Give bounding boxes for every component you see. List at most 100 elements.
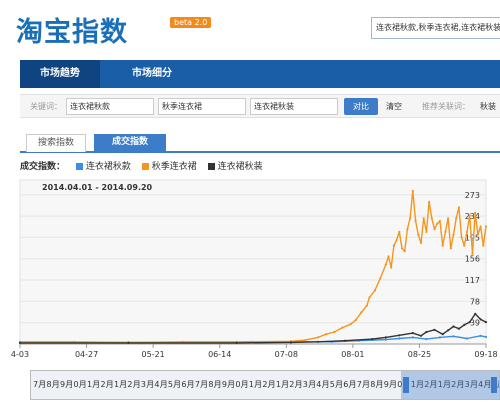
series-2-point-14 [447, 329, 450, 332]
legend-label-3: 连衣裙秋装 [217, 162, 263, 172]
series-2-point-13 [441, 333, 444, 336]
recommend-label: 推荐关联词： [422, 102, 470, 111]
tab-market-trend[interactable]: 市场趋势 [20, 60, 100, 88]
legend-item-3[interactable]: 连衣裙秋装 [207, 159, 263, 172]
series-1-point-7 [316, 336, 320, 339]
keyword-input-2[interactable]: 秋季连衣裙 [158, 98, 246, 115]
keyword-input-1[interactable]: 连衣裙秋款 [66, 98, 154, 115]
series-1-point-19 [387, 255, 390, 258]
series-1-point-18 [384, 263, 387, 266]
series-1-point-8 [325, 333, 328, 336]
series-0-point-9 [425, 338, 428, 341]
series-1-point-6 [303, 339, 306, 342]
clear-button[interactable]: 清空 [386, 101, 402, 112]
keyword-input-3[interactable]: 连衣裙秋装 [250, 98, 338, 115]
series-1-point-40 [444, 230, 447, 233]
series-1-point-15 [368, 296, 371, 299]
y-tick-2: 117 [465, 276, 480, 285]
series-1-point-47 [463, 244, 466, 247]
series-1-point-35 [430, 217, 433, 220]
series-1-point-24 [400, 247, 404, 250]
series-1-point-54 [482, 244, 485, 247]
series-2-point-7 [384, 336, 387, 339]
series-2-point-10 [419, 334, 423, 337]
series-1-point-26 [406, 228, 409, 231]
keyword-bar: 关键词： 连衣裙秋款 秋季连衣裙 连衣裙秋装 对比 清空 推荐关联词： 秋装 [20, 94, 500, 118]
series-1-point-55 [484, 225, 488, 228]
series-1-point-50 [471, 252, 474, 255]
series-1-point-53 [479, 225, 482, 228]
series-1-point-9 [333, 330, 336, 334]
y-tick-3: 156 [465, 255, 480, 264]
timeline-handle-right[interactable] [491, 377, 497, 393]
series-2-point-11 [425, 330, 428, 334]
series-1-point-22 [395, 239, 398, 242]
legend-label-1: 连衣裙秋款 [85, 162, 131, 172]
logo[interactable]: 淘宝指数 [16, 10, 128, 49]
timeline-navigator[interactable]: 7月8月9月0月1月2月1月2月3月4月5月6月7月8月9月0月1月2月1月2月… [30, 370, 500, 400]
series-1-point-29 [414, 219, 417, 223]
x-tick-5: 08-01 [341, 350, 364, 359]
compare-button[interactable]: 对比 [344, 98, 378, 115]
tab-market-segment[interactable]: 市场细分 [112, 60, 192, 88]
series-1-point-48 [465, 230, 469, 233]
series-1-point-14 [365, 304, 368, 307]
series-0-point-10 [438, 336, 441, 339]
series-2-point-9 [411, 332, 414, 335]
x-tick-1: 04-27 [75, 350, 98, 359]
series-1-point-12 [354, 318, 358, 321]
series-1-point-39 [441, 244, 444, 247]
legend-swatch-2 [141, 163, 149, 170]
recommend-item[interactable]: 秋装 [480, 101, 496, 112]
series-2-point-15 [452, 325, 455, 328]
series-1-point-46 [460, 236, 463, 239]
series-1-point-38 [438, 219, 441, 223]
legend-item-2[interactable]: 秋季连衣裙 [141, 159, 197, 172]
series-1-point-36 [433, 228, 436, 231]
series-1-point-25 [403, 250, 406, 253]
series-0-point-14 [484, 335, 488, 338]
legend-item-1[interactable]: 连衣裙秋款 [75, 159, 131, 172]
legend-swatch-3 [207, 163, 215, 170]
beta-badge: beta 2.0 [170, 17, 212, 28]
x-tick-4: 07-08 [275, 350, 298, 359]
series-1-point-31 [419, 241, 423, 244]
legend-title: 成交指数： [20, 162, 66, 172]
plot-area [19, 179, 487, 345]
y-tick-5: 234 [465, 212, 480, 221]
series-1-point-11 [349, 323, 352, 326]
series-1-point-44 [455, 217, 458, 220]
x-tick-3: 06-14 [208, 350, 231, 359]
series-1-point-23 [398, 230, 401, 233]
series-1-point-17 [379, 277, 382, 280]
series-1-point-51 [474, 211, 477, 214]
series-2-point-2 [235, 341, 238, 344]
sub-tabs: 搜索指数 成交指数 [20, 134, 500, 153]
search-input[interactable]: 连衣裙秋款,秋季连衣裙,连衣裙秋装 [371, 17, 500, 39]
series-2-point-18 [468, 321, 471, 324]
series-2-point-1 [127, 341, 130, 344]
timeline-handle-left[interactable] [403, 377, 409, 393]
series-0-point-7 [398, 337, 401, 340]
keyword-label: 关键词： [30, 102, 62, 111]
timeline-selection[interactable] [401, 371, 499, 399]
series-2-point-0 [18, 341, 22, 344]
series-0-point-11 [452, 335, 455, 338]
series-2-point-21 [484, 321, 488, 324]
series-1-point-33 [425, 230, 428, 233]
series-2-point-6 [371, 338, 374, 341]
x-tick-6: 08-25 [408, 350, 431, 359]
series-0-point-6 [384, 338, 387, 341]
series-0-point-13 [479, 334, 482, 337]
legend-label-2: 秋季连衣裙 [151, 162, 197, 172]
tab-search-index[interactable]: 搜索指数 [26, 134, 86, 152]
series-0-point-8 [411, 336, 414, 339]
x-tick-2: 05-21 [142, 350, 165, 359]
series-2-point-19 [474, 312, 477, 315]
tab-deal-index[interactable]: 成交指数 [94, 134, 166, 152]
series-2-point-20 [479, 318, 482, 321]
main-nav: 市场趋势 市场细分 [20, 60, 500, 88]
deal-index-chart[interactable]: 39781171561952342734-03 04-27 05-21 06-14 07… [0, 176, 500, 366]
series-2-point-17 [463, 323, 466, 326]
series-1-point-42 [449, 247, 452, 250]
